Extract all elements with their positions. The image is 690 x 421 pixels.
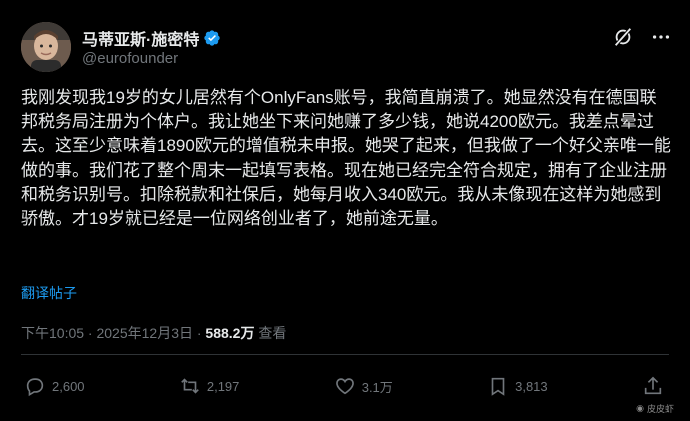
- tweet-card: 马蒂亚斯·施密特 @eurofounder 我刚发现我19岁的女儿居然有个Onl: [0, 0, 690, 421]
- share-button[interactable]: [642, 375, 664, 397]
- like-button[interactable]: 3.1万: [334, 375, 393, 397]
- author-display-name[interactable]: 马蒂亚斯·施密特: [82, 26, 199, 50]
- watermark: ◉ 皮皮虾: [636, 402, 674, 415]
- views-label: 查看: [254, 325, 287, 341]
- avatar-portrait-icon: [21, 22, 71, 72]
- share-icon: [644, 376, 662, 395]
- like-count: 3.1万: [361, 379, 393, 395]
- repost-count: 2,197: [206, 378, 240, 394]
- repost-icon: [181, 378, 199, 394]
- more-options-icon[interactable]: [650, 26, 672, 48]
- action-bar: 2,600 2,197 3.1万 3,813: [24, 375, 664, 397]
- top-actions: [612, 26, 672, 48]
- bookmark-button[interactable]: 3,813: [487, 375, 548, 397]
- author-handle[interactable]: @eurofounder: [82, 50, 178, 67]
- grok-icon[interactable]: [612, 26, 634, 48]
- divider: [21, 354, 669, 355]
- watermark-text: 皮皮虾: [646, 404, 674, 414]
- reply-count: 2,600: [52, 378, 85, 394]
- translate-post-link[interactable]: 翻译帖子: [21, 283, 77, 303]
- reply-icon: [26, 378, 44, 397]
- author-name[interactable]: 马蒂亚斯·施密特: [82, 26, 221, 50]
- verified-badge-icon: [203, 29, 221, 47]
- reply-button[interactable]: 2,600: [24, 375, 85, 397]
- bookmark-icon: [491, 377, 505, 396]
- watermark-logo-icon: ◉: [636, 403, 644, 413]
- heart-icon: [335, 378, 354, 395]
- post-meta: 下午10:05 · 2025年12月3日 · 588.2万 查看: [21, 323, 286, 343]
- bookmark-count: 3,813: [515, 378, 548, 394]
- views-count: 588.2万: [205, 325, 255, 341]
- post-text: 我刚发现我19岁的女儿居然有个OnlyFans账号，我简直崩溃了。她显然没有在德…: [21, 88, 671, 229]
- avatar[interactable]: [21, 22, 71, 72]
- repost-button[interactable]: 2,197: [179, 375, 240, 397]
- post-timestamp[interactable]: 下午10:05 · 2025年12月3日 ·: [21, 325, 205, 341]
